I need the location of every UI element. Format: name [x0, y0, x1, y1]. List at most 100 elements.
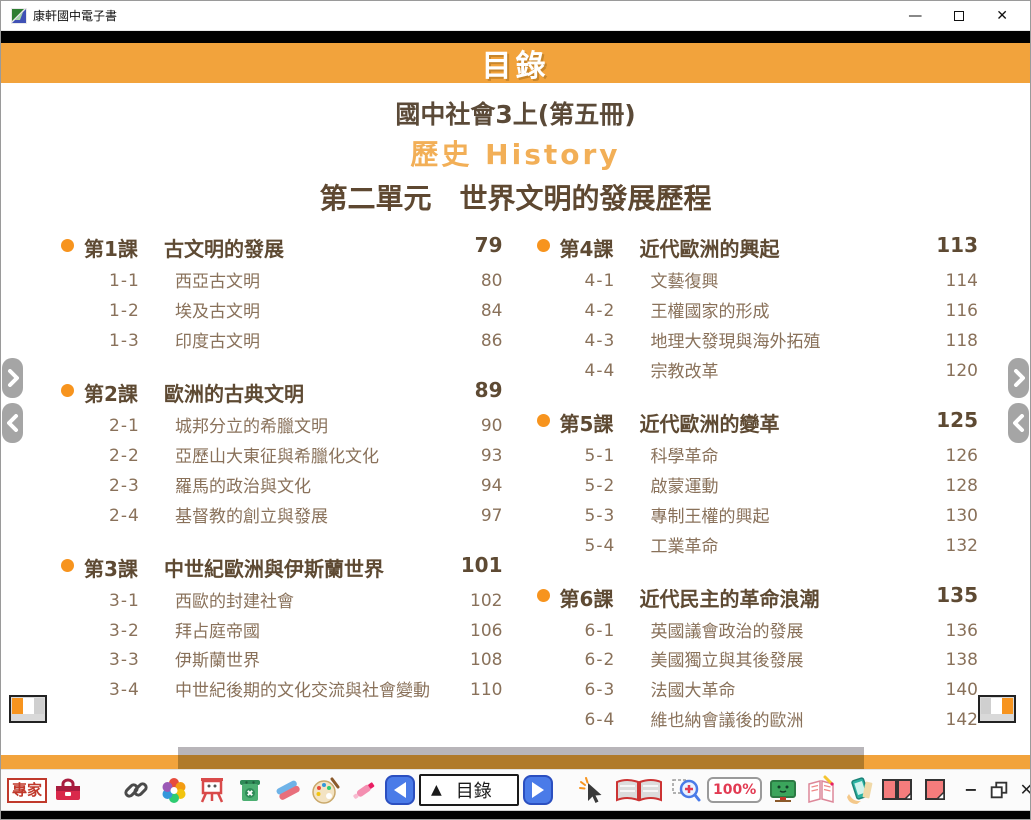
- pinwheel-tools-icon[interactable]: [157, 773, 191, 807]
- toc-sub-row[interactable]: 5-4工業革命132: [585, 536, 979, 559]
- trash-icon[interactable]: [233, 773, 267, 807]
- toc-sub-row[interactable]: 6-3法國大革命140: [585, 680, 979, 703]
- section-title: 中世紀後期的文化交流與社會變動: [159, 680, 459, 703]
- toc-sub-row[interactable]: 3-2拜占庭帝國106: [109, 621, 503, 644]
- toc-sub-row[interactable]: 5-3專制王權的興起130: [585, 506, 979, 529]
- zoom-level-button[interactable]: 100%: [707, 777, 762, 803]
- toc-chapter-row[interactable]: 第3課中世紀歐洲與伊斯蘭世界101: [61, 553, 503, 582]
- window-close-icon[interactable]: ✕: [996, 9, 1008, 23]
- section-number: 3-3: [109, 650, 159, 670]
- section-page-number: 90: [459, 416, 503, 436]
- toc-sub-row[interactable]: 2-2亞歷山大東征與希臘化文化93: [109, 446, 503, 469]
- marker-icon[interactable]: [347, 773, 381, 807]
- page-selector-up-icon[interactable]: ▲: [431, 782, 442, 798]
- toolbar-minimize-icon[interactable]: −: [960, 782, 981, 798]
- left-next-page-button[interactable]: [2, 358, 23, 398]
- toolbar-restore-icon[interactable]: [986, 773, 1012, 807]
- toc-chapter-row[interactable]: 第1課古文明的發展79: [61, 233, 503, 262]
- toc-sub-row[interactable]: 6-2美國獨立與其後發展138: [585, 650, 979, 673]
- toc-chapter-row[interactable]: 第2課歐洲的古典文明89: [61, 378, 503, 407]
- zoom-in-icon[interactable]: [669, 773, 703, 807]
- section-page-number: 120: [934, 361, 978, 381]
- toc-sub-row[interactable]: 6-4維也納會議後的歐洲142: [585, 710, 979, 733]
- double-page-view-icon[interactable]: [880, 773, 914, 807]
- cursor-tool-icon[interactable]: [575, 773, 609, 807]
- link-icon[interactable]: [119, 773, 153, 807]
- section-number: 2-4: [109, 506, 159, 526]
- toc-sub-row[interactable]: 4-4宗教改革120: [585, 361, 979, 384]
- single-page-view-icon[interactable]: [918, 773, 952, 807]
- eraser-icon[interactable]: [271, 773, 305, 807]
- flip-to-first-page-icon[interactable]: [9, 695, 47, 727]
- toc-sub-row[interactable]: 1-2埃及古文明84: [109, 301, 503, 324]
- notebook-pencil-icon[interactable]: [804, 773, 838, 807]
- section-page-number: 116: [934, 301, 978, 321]
- window-titlebar: 康軒國中電子書 — ✕: [1, 1, 1030, 31]
- flip-to-last-page-icon[interactable]: [978, 695, 1016, 727]
- section-title: 英國議會政治的發展: [635, 621, 935, 644]
- toc-sub-row[interactable]: 4-1文藝復興114: [585, 271, 979, 294]
- section-page-number: 97: [459, 506, 503, 526]
- next-page-button[interactable]: [523, 775, 553, 805]
- bullet-icon: [61, 239, 74, 252]
- toc-sub-row[interactable]: 1-3印度古文明86: [109, 331, 503, 354]
- toc-sub-row[interactable]: 3-4中世紀後期的文化交流與社會變動110: [109, 680, 503, 703]
- toc-sub-row[interactable]: 3-1西歐的封建社會102: [109, 591, 503, 614]
- right-prev-page-button[interactable]: [1008, 403, 1029, 443]
- palette-icon[interactable]: [309, 773, 343, 807]
- chapter-page-number: 89: [457, 378, 503, 402]
- expert-mode-button[interactable]: 專家: [7, 778, 47, 803]
- section-page-number: 106: [459, 621, 503, 641]
- toc-chapter-row[interactable]: 第4課近代歐洲的興起113: [537, 233, 979, 262]
- toc-sub-row[interactable]: 6-1英國議會政治的發展136: [585, 621, 979, 644]
- toc-chapter: 第3課中世紀歐洲與伊斯蘭世界101 3-1西歐的封建社會102 3-2拜占庭帝國10…: [61, 553, 503, 704]
- toc-sub-row[interactable]: 1-1西亞古文明80: [109, 271, 503, 294]
- window-minimize-icon[interactable]: —: [908, 9, 922, 23]
- toc-sub-row[interactable]: 4-3地理大發現與海外拓殖118: [585, 331, 979, 354]
- easel-icon[interactable]: [195, 773, 229, 807]
- toc-chapter-row[interactable]: 第6課近代民主的革命浪潮135: [537, 583, 979, 612]
- window-maximize-icon[interactable]: [954, 11, 964, 21]
- toc-chapter: 第4課近代歐洲的興起113 4-1文藝復興114 4-2王權國家的形成116 4-3地…: [537, 233, 979, 384]
- left-side-nav: [2, 358, 23, 443]
- page-selector[interactable]: ▲ 目錄: [419, 774, 519, 806]
- section-page-number: 93: [459, 446, 503, 466]
- section-number: 5-2: [585, 476, 635, 496]
- section-page-number: 132: [934, 536, 978, 556]
- section-number: 2-2: [109, 446, 159, 466]
- chalkboard-icon[interactable]: [766, 773, 800, 807]
- open-book-icon[interactable]: [613, 773, 665, 807]
- section-title: 埃及古文明: [159, 301, 459, 324]
- toc-sub-row[interactable]: 2-3羅馬的政治與文化94: [109, 476, 503, 499]
- toc-sub-row[interactable]: 2-1城邦分立的希臘文明90: [109, 416, 503, 439]
- left-prev-page-button[interactable]: [2, 403, 23, 443]
- toc-sub-row[interactable]: 5-2啟蒙運動128: [585, 476, 979, 499]
- horizontal-scrollbar-thumb[interactable]: [178, 747, 864, 769]
- toc-sub-row[interactable]: 5-1科學革命126: [585, 446, 979, 469]
- prev-page-button[interactable]: [385, 775, 415, 805]
- page-header: 目錄: [1, 43, 1030, 83]
- section-title: 基督教的創立與發展: [159, 506, 459, 529]
- toc-sub-row[interactable]: 4-2王權國家的形成116: [585, 301, 979, 324]
- toc-chapter-row[interactable]: 第5課近代歐洲的變革125: [537, 408, 979, 437]
- section-title: 羅馬的政治與文化: [159, 476, 459, 499]
- toolbox-icon[interactable]: [51, 773, 85, 807]
- toolbar-close-icon[interactable]: ✕: [1016, 782, 1031, 798]
- right-next-page-button[interactable]: [1008, 358, 1029, 398]
- chapter-page-number: 79: [457, 233, 503, 257]
- chapter-label: 第6課: [560, 583, 624, 612]
- section-number: 6-2: [585, 650, 635, 670]
- phone-in-hand-icon[interactable]: [842, 773, 876, 807]
- toc-sub-row[interactable]: 3-3伊斯蘭世界108: [109, 650, 503, 673]
- section-page-number: 142: [934, 710, 978, 730]
- horizontal-scrollbar-track[interactable]: [1, 747, 1030, 769]
- app-logo-icon: [11, 8, 27, 24]
- section-title: 西亞古文明: [159, 271, 459, 294]
- section-title: 專制王權的興起: [635, 506, 935, 529]
- toc-sub-row[interactable]: 2-4基督教的創立與發展97: [109, 506, 503, 529]
- triangle-left-icon: [394, 782, 406, 798]
- section-number: 1-1: [109, 271, 159, 291]
- section-title: 地理大發現與海外拓殖: [635, 331, 935, 354]
- section-number: 5-4: [585, 536, 635, 556]
- section-page-number: 138: [934, 650, 978, 670]
